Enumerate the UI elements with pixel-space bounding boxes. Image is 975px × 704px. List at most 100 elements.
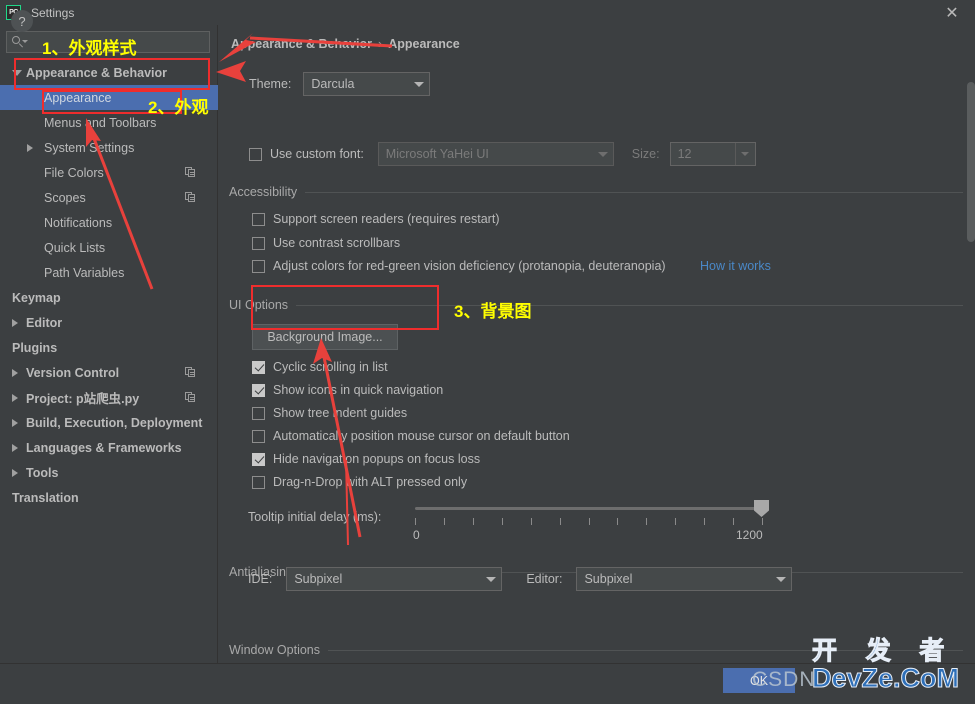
checkbox-label: Show icons in quick navigation <box>273 383 444 397</box>
sidebar-item-tools[interactable]: Tools <box>0 460 218 485</box>
sidebar-item-languages-frameworks[interactable]: Languages & Frameworks <box>0 435 218 460</box>
sidebar-item-label: Translation <box>12 490 79 505</box>
slider-tick <box>704 518 705 525</box>
sidebar-item-label: Plugins <box>12 340 58 355</box>
support-screen-readers-checkbox[interactable]: Support screen readers (requires restart… <box>252 212 499 226</box>
sidebar-item-appearance[interactable]: Appearance <box>0 85 218 110</box>
how-it-works-link[interactable]: How it works <box>700 259 771 273</box>
sidebar-item-build-execution-deployment[interactable]: Build, Execution, Deployment <box>0 410 218 435</box>
slider-max-label: 1200 <box>736 528 763 542</box>
chevron-right-icon[interactable] <box>12 443 18 452</box>
hide-nav-popups-checkbox[interactable]: Hide navigation popups on focus loss <box>252 452 480 466</box>
sidebar-item-keymap[interactable]: Keymap <box>0 285 218 310</box>
sidebar-item-scopes[interactable]: Scopes <box>0 185 218 210</box>
custom-font-select[interactable]: Microsoft YaHei UI <box>377 142 614 166</box>
slider-tick <box>762 518 763 525</box>
copy-icon[interactable] <box>185 392 196 403</box>
use-contrast-scrollbars-checkbox[interactable]: Use contrast scrollbars <box>252 236 400 250</box>
adjust-colors-checkbox[interactable]: Adjust colors for red-green vision defic… <box>252 259 666 273</box>
sidebar-item-path-variables[interactable]: Path Variables <box>0 260 218 285</box>
ide-antialiasing-value: Subpixel <box>294 572 343 586</box>
breadcrumb-parent[interactable]: Appearance & Behavior <box>231 37 372 51</box>
chevron-down-icon <box>593 143 613 165</box>
slider-thumb[interactable] <box>754 500 769 517</box>
slider-tick <box>675 518 676 525</box>
window-options-group-header: Window Options <box>229 643 975 657</box>
sidebar-item-menus-and-toolbars[interactable]: Menus and Toolbars <box>0 110 218 135</box>
slider-min-label: 0 <box>413 528 420 542</box>
breadcrumb-separator: › <box>378 37 383 51</box>
sidebar-item-notifications[interactable]: Notifications <box>0 210 218 235</box>
theme-select[interactable]: Darcula <box>303 72 431 96</box>
sidebar-item-appearance-behavior[interactable]: Appearance & Behavior <box>0 60 218 85</box>
accessibility-title: Accessibility <box>229 185 298 199</box>
close-icon[interactable]: ✕ <box>929 0 975 25</box>
divider <box>328 649 963 651</box>
ide-antialiasing-select[interactable]: Subpixel <box>286 567 503 591</box>
chevron-down-icon[interactable] <box>734 143 755 165</box>
checkbox-label: Automatically position mouse cursor on d… <box>273 429 570 443</box>
copy-icon[interactable] <box>185 192 196 203</box>
ok-button[interactable]: OK <box>723 668 795 693</box>
slider-tick <box>444 518 445 525</box>
window-title: Settings <box>31 5 75 20</box>
copy-icon[interactable] <box>185 167 196 178</box>
drag-n-drop-alt-checkbox[interactable]: Drag-n-Drop with ALT pressed only <box>252 475 467 489</box>
sidebar-item-label: File Colors <box>44 165 104 180</box>
chevron-right-icon[interactable] <box>12 418 18 427</box>
checkbox-box <box>252 406 265 420</box>
sidebar-item-version-control[interactable]: Version Control <box>0 360 218 385</box>
sidebar-item-label: Quick Lists <box>44 240 106 255</box>
settings-dialog: PC Settings ✕ Appearance & BehaviorAppea… <box>0 0 975 704</box>
search-input[interactable] <box>30 34 209 50</box>
checkbox-label: Show tree indent guides <box>273 406 408 420</box>
font-size-value: 12 <box>677 147 692 161</box>
sidebar-item-translation[interactable]: Translation <box>0 485 218 510</box>
theme-label: Theme: <box>249 77 292 91</box>
sidebar-item-project-p-py[interactable]: Project: p站爬虫.py <box>0 385 218 410</box>
tooltip-delay-slider[interactable]: 0 1200 <box>413 500 780 549</box>
use-custom-font-checkbox[interactable]: Use custom font: <box>249 147 364 161</box>
chevron-down-icon <box>771 568 791 590</box>
checkbox-box <box>252 360 265 374</box>
content-scrollbar[interactable] <box>967 82 975 242</box>
show-icons-quick-nav-checkbox[interactable]: Show icons in quick navigation <box>252 383 443 397</box>
chevron-right-icon[interactable] <box>12 393 18 402</box>
antialiasing-row: IDE: Subpixel Editor: Subpixel <box>248 567 793 591</box>
window-options-title: Window Options <box>229 643 321 657</box>
copy-icon[interactable] <box>185 367 196 378</box>
breadcrumb-current: Appearance <box>388 37 460 51</box>
search-icon <box>12 35 28 49</box>
background-image-button[interactable]: Background Image... <box>252 324 398 350</box>
help-button[interactable]: ? <box>11 10 33 32</box>
editor-antialiasing-select[interactable]: Subpixel <box>576 567 793 591</box>
chevron-right-icon[interactable] <box>12 368 18 377</box>
editor-antialiasing-value: Subpixel <box>584 572 633 586</box>
sidebar-item-system-settings[interactable]: System Settings <box>0 135 218 160</box>
checkbox-box <box>252 475 265 489</box>
sidebar-item-editor[interactable]: Editor <box>0 310 218 335</box>
sidebar-item-plugins[interactable]: Plugins <box>0 335 218 360</box>
auto-position-cursor-checkbox[interactable]: Automatically position mouse cursor on d… <box>252 429 570 443</box>
cyclic-scrolling-checkbox[interactable]: Cyclic scrolling in list <box>252 360 388 374</box>
chevron-right-icon[interactable] <box>12 468 18 477</box>
checkbox-box <box>249 147 262 161</box>
sidebar-item-file-colors[interactable]: File Colors <box>0 160 218 185</box>
show-tree-indent-guides-checkbox[interactable]: Show tree indent guides <box>252 406 407 420</box>
search-box[interactable] <box>6 31 210 53</box>
use-custom-font-label: Use custom font: <box>270 147 364 161</box>
sidebar-item-quick-lists[interactable]: Quick Lists <box>0 235 218 260</box>
checkbox-label: Support screen readers (requires restart… <box>273 212 500 226</box>
ui-options-group-header: UI Options <box>229 298 975 312</box>
font-size-spinner[interactable]: 12 <box>669 142 756 166</box>
chevron-right-icon[interactable] <box>12 318 18 327</box>
dialog-body: Appearance & Behavior Appearance Menus and… <box>0 25 975 663</box>
slider-track[interactable] <box>415 507 762 510</box>
theme-value: Darcula <box>311 77 355 91</box>
checkbox-label: Drag-n-Drop with ALT pressed only <box>273 475 468 489</box>
sidebar-item-label: Build, Execution, Deployment <box>26 415 203 430</box>
chevron-down-icon[interactable] <box>12 69 22 76</box>
sidebar-item-label: Languages & Frameworks <box>26 440 182 455</box>
editor-antialiasing-label: Editor: <box>526 572 563 586</box>
chevron-right-icon[interactable] <box>27 143 33 152</box>
